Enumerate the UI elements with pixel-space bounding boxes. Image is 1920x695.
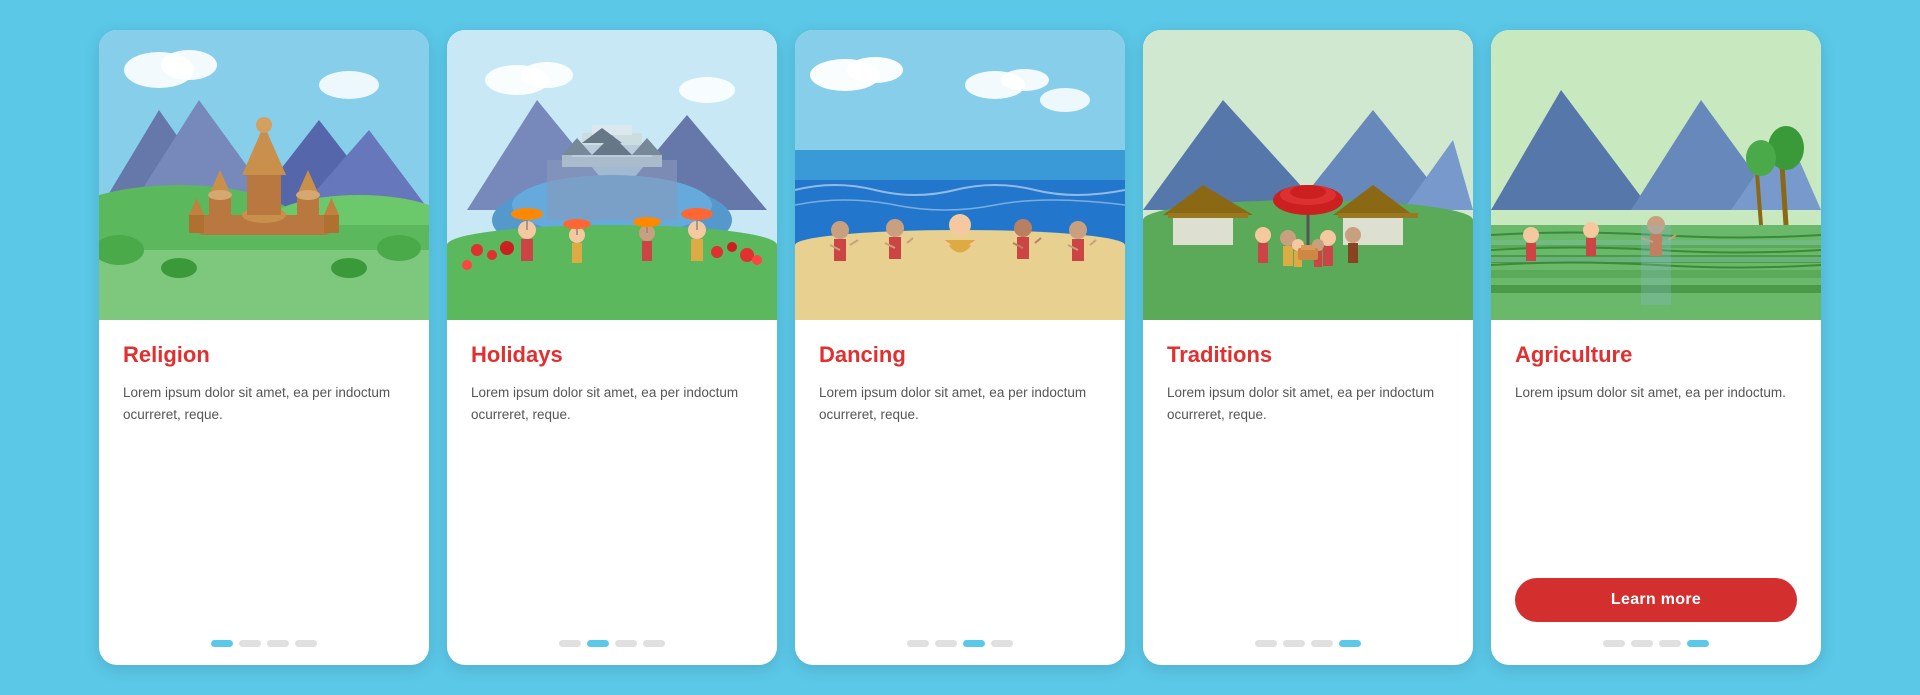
card-dancing-image <box>795 30 1125 320</box>
card-agriculture-dots <box>1515 640 1797 647</box>
dot-2[interactable] <box>587 640 609 647</box>
dot-2[interactable] <box>239 640 261 647</box>
card-traditions-text: Lorem ipsum dolor sit amet, ea per indoc… <box>1167 382 1449 622</box>
card-dancing-text: Lorem ipsum dolor sit amet, ea per indoc… <box>819 382 1101 622</box>
dot-2[interactable] <box>1283 640 1305 647</box>
cards-container: Religion Lorem ipsum dolor sit amet, ea … <box>0 0 1920 695</box>
dot-4[interactable] <box>295 640 317 647</box>
card-agriculture-image <box>1491 30 1821 320</box>
card-traditions-title: Traditions <box>1167 342 1272 368</box>
dot-2[interactable] <box>935 640 957 647</box>
card-traditions: Traditions Lorem ipsum dolor sit amet, e… <box>1143 30 1473 665</box>
card-holidays: Holidays Lorem ipsum dolor sit amet, ea … <box>447 30 777 665</box>
card-holidays-text: Lorem ipsum dolor sit amet, ea per indoc… <box>471 382 753 622</box>
card-religion-dots <box>123 640 405 647</box>
dot-3[interactable] <box>1659 640 1681 647</box>
dot-3[interactable] <box>615 640 637 647</box>
dot-4[interactable] <box>643 640 665 647</box>
card-agriculture: Agriculture Lorem ipsum dolor sit amet, … <box>1491 30 1821 665</box>
dot-3[interactable] <box>1311 640 1333 647</box>
card-agriculture-content: Agriculture Lorem ipsum dolor sit amet, … <box>1491 320 1821 665</box>
card-holidays-content: Holidays Lorem ipsum dolor sit amet, ea … <box>447 320 777 665</box>
card-religion-image <box>99 30 429 320</box>
dot-4[interactable] <box>1687 640 1709 647</box>
card-traditions-dots <box>1167 640 1449 647</box>
dot-1[interactable] <box>907 640 929 647</box>
card-agriculture-text: Lorem ipsum dolor sit amet, ea per indoc… <box>1515 382 1786 568</box>
learn-more-button[interactable]: Learn more <box>1515 578 1797 622</box>
dot-2[interactable] <box>1631 640 1653 647</box>
card-holidays-title: Holidays <box>471 342 563 368</box>
dot-4[interactable] <box>991 640 1013 647</box>
card-holidays-image <box>447 30 777 320</box>
card-traditions-image <box>1143 30 1473 320</box>
dot-4[interactable] <box>1339 640 1361 647</box>
card-holidays-dots <box>471 640 753 647</box>
dot-3[interactable] <box>267 640 289 647</box>
card-religion-text: Lorem ipsum dolor sit amet, ea per indoc… <box>123 382 405 622</box>
card-dancing: Dancing Lorem ipsum dolor sit amet, ea p… <box>795 30 1125 665</box>
card-religion: Religion Lorem ipsum dolor sit amet, ea … <box>99 30 429 665</box>
card-dancing-dots <box>819 640 1101 647</box>
dot-1[interactable] <box>211 640 233 647</box>
card-religion-title: Religion <box>123 342 210 368</box>
card-dancing-content: Dancing Lorem ipsum dolor sit amet, ea p… <box>795 320 1125 665</box>
dot-1[interactable] <box>1255 640 1277 647</box>
dot-3[interactable] <box>963 640 985 647</box>
card-dancing-title: Dancing <box>819 342 906 368</box>
card-agriculture-title: Agriculture <box>1515 342 1632 368</box>
card-traditions-content: Traditions Lorem ipsum dolor sit amet, e… <box>1143 320 1473 665</box>
dot-1[interactable] <box>559 640 581 647</box>
card-religion-content: Religion Lorem ipsum dolor sit amet, ea … <box>99 320 429 665</box>
dot-1[interactable] <box>1603 640 1625 647</box>
